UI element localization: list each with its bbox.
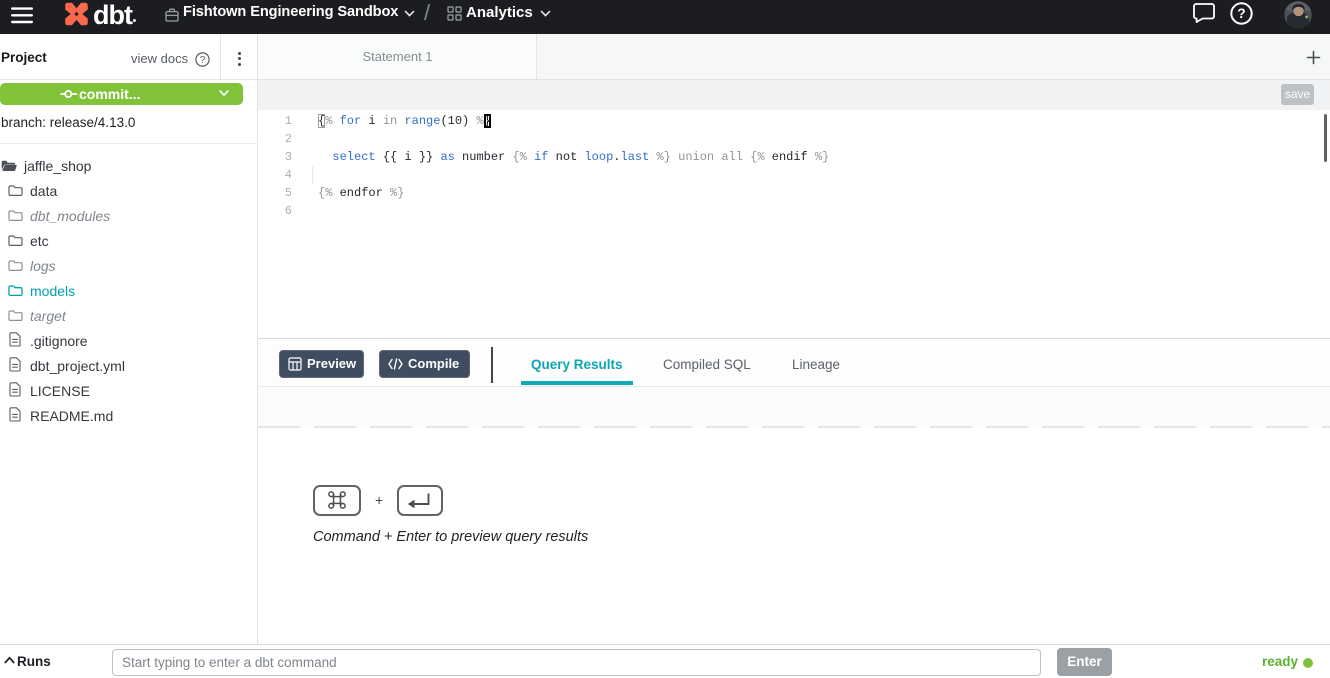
svg-text:?: ? — [1237, 6, 1245, 21]
svg-text:?: ? — [200, 55, 206, 66]
